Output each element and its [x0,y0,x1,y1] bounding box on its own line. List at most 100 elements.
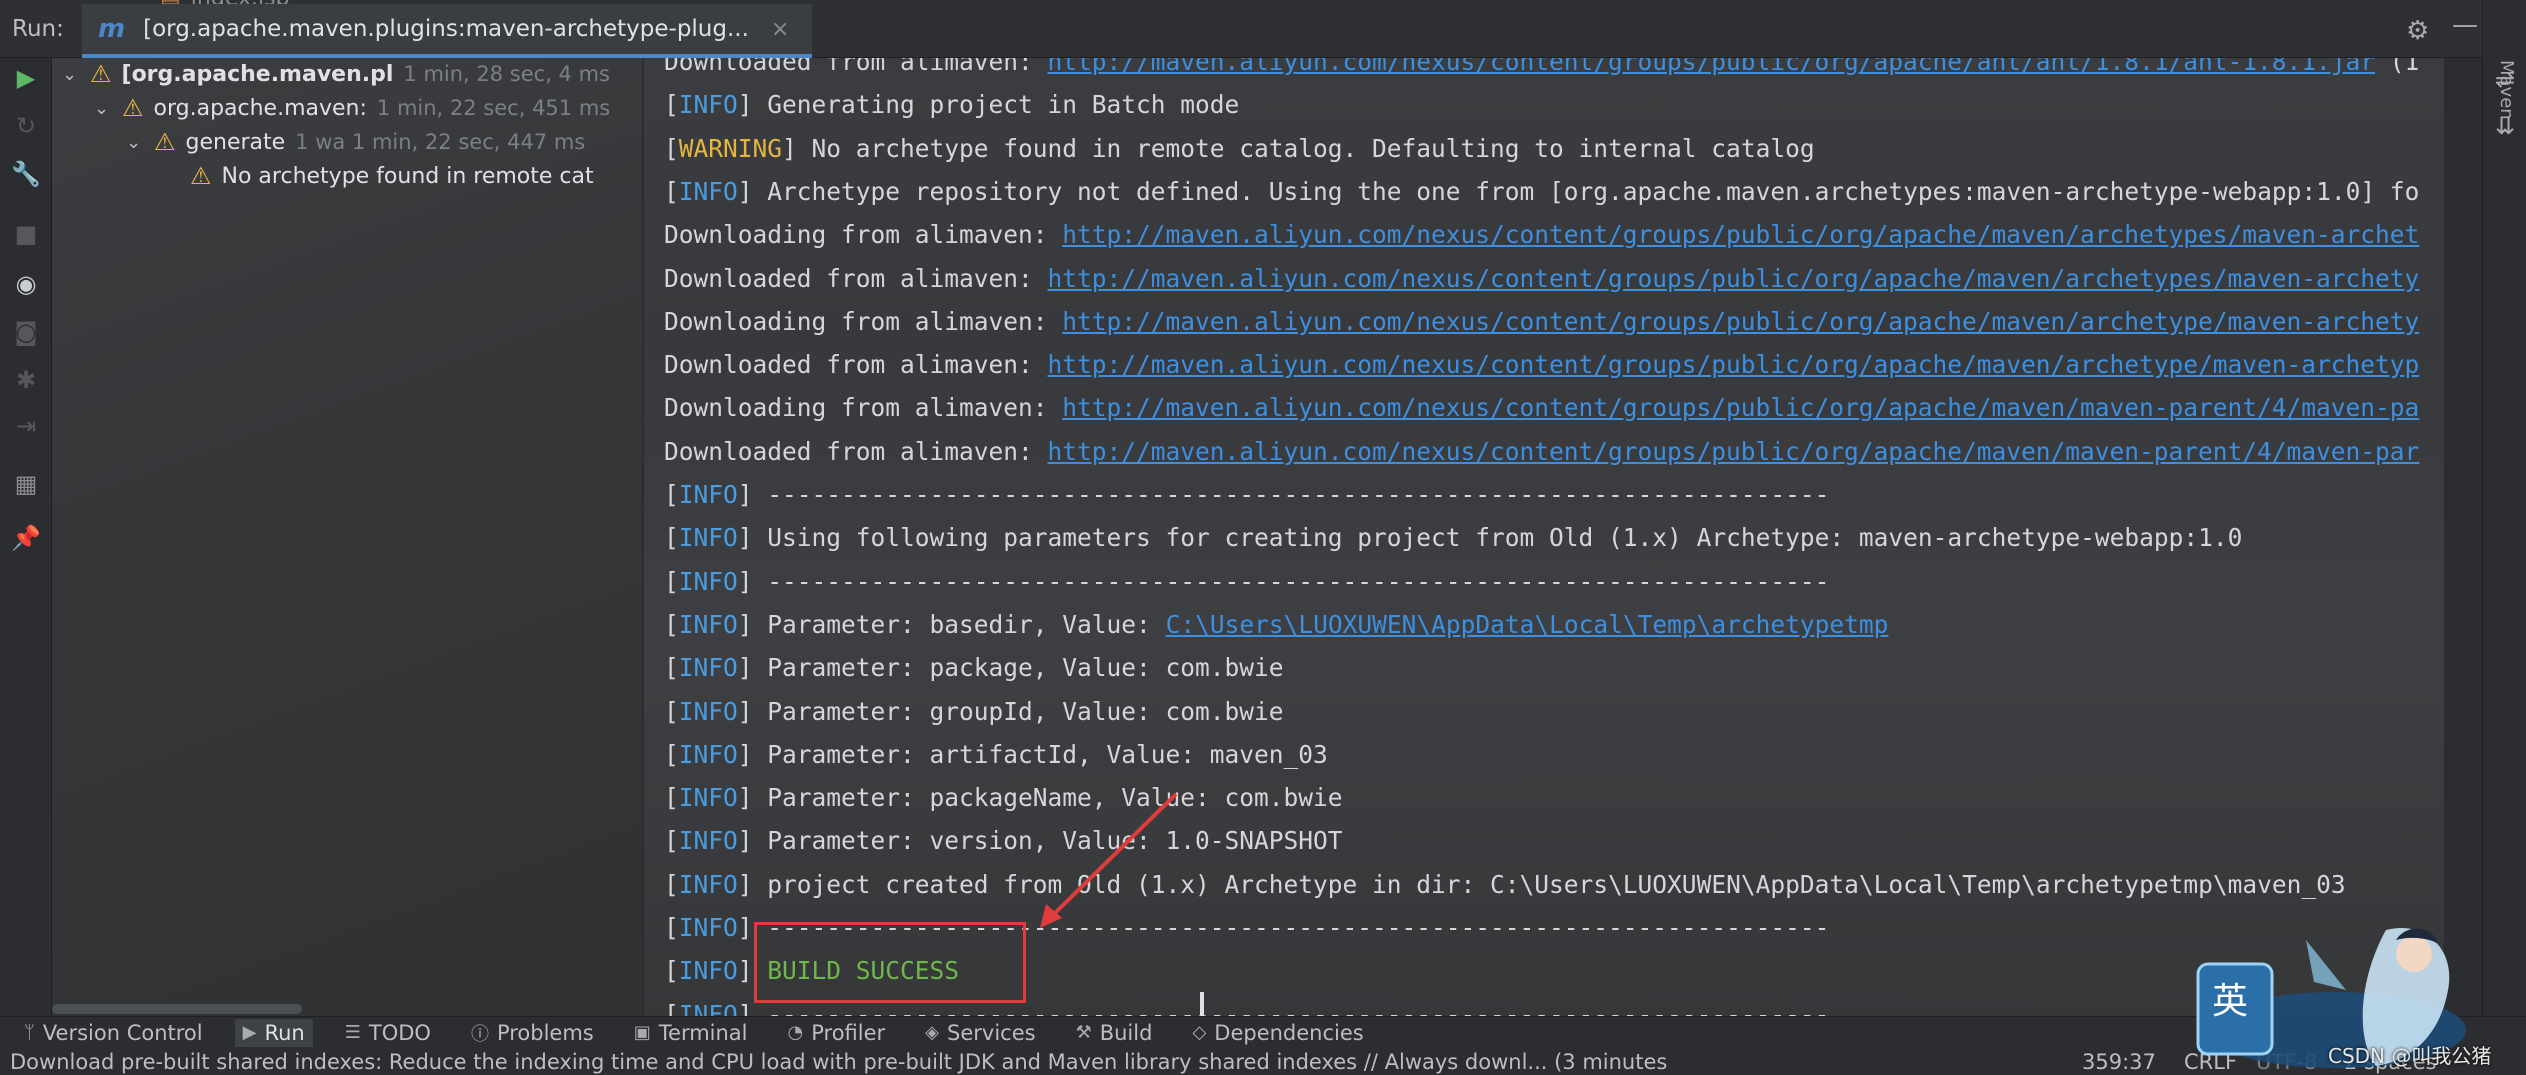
log-text: Using following parameters for creating … [752,523,2243,553]
log-text: Parameter: package, Value: com.bwie [752,653,1284,683]
log-level-tag: INFO [678,653,738,683]
log-text: Parameter: basedir, Value: [752,609,1166,639]
watermark: CSDN @叫我公猪oyo [2328,1044,2492,1075]
console-line: Downloading from alimaven: http://maven.… [664,217,2419,253]
console-line: [INFO] Parameter: package, Value: com.bw… [664,653,1284,683]
tool-tab-label: Problems [496,1020,594,1045]
exit-icon[interactable]: ⇥ [0,406,52,446]
console-link[interactable]: http://maven.aliyun.com/nexus/content/gr… [1048,264,2420,293]
log-prefix: Downloaded from alimaven: [664,436,1048,466]
gear-icon[interactable]: ⚙ [2406,16,2429,46]
tool-tab-label: Version Control [42,1020,203,1045]
tool-tab-profiler[interactable]: ◔ Profiler [780,1019,894,1047]
log-text: Parameter: version, Value: 1.0-SNAPSHOT [752,826,1343,856]
console-link[interactable]: http://maven.aliyun.com/nexus/content/gr… [1062,220,2419,249]
run-toolwindow-header: ▤index.jsp Run: m [org.apache.maven.plug… [0,0,2526,58]
tool-tab-services[interactable]: ◈ Services [917,1019,1043,1047]
warning-icon: ⚠ [122,94,144,122]
pin-icon[interactable]: 📌 [0,518,52,558]
rerun-failed-icon[interactable]: ↻ [0,106,52,146]
console-line: [INFO] Generating project in Batch mode [664,90,1240,120]
log-prefix: Downloading from alimaven: [664,220,1063,250]
tool-tab-version-control[interactable]: ᛘ Version Control [16,1019,211,1047]
console-line: [INFO] Parameter: version, Value: 1.0-SN… [664,826,1343,856]
console-line: [INFO] Parameter: packageName, Value: co… [664,783,1343,813]
console-link[interactable]: C:\Users\LUOXUWEN\AppData\Local\Temp\arc… [1166,610,1889,639]
minimize-icon[interactable]: — [2452,10,2478,40]
tool-tab-dependencies[interactable]: ◇ Dependencies [1184,1019,1371,1047]
maven-tool-label[interactable]: Maven [2496,60,2517,120]
tool-tab-label: Terminal [658,1020,748,1045]
wrench-icon[interactable]: 🔧 [0,154,52,194]
caret-position[interactable]: 359:37 [2082,1050,2156,1074]
tool-tab-label: Dependencies [1214,1020,1364,1045]
tree-node-warning[interactable]: ⚠ No archetype found in remote cat [190,160,594,192]
tool-tab-label: Profiler [811,1020,886,1045]
run-label: Run: [12,16,64,42]
log-level-tag: INFO [678,90,738,120]
warning-icon: ⚠ [190,162,212,190]
tree-node-root[interactable]: ⌄ ⚠ [org.apache.maven.pl 1 min, 28 sec, … [62,58,610,90]
chevron-down-icon[interactable]: ⌄ [126,132,144,153]
console-link[interactable]: http://maven.aliyun.com/nexus/content/gr… [1062,393,2419,422]
ime-mode-char: 英 [2212,981,2249,1022]
log-text: Parameter: packageName, Value: com.bwie [752,783,1343,813]
run-icon: ▶ [242,1022,257,1043]
console-vertical-scrollbar[interactable] [2448,58,2458,1016]
console-line: Downloading from alimaven: http://maven.… [664,390,2419,426]
log-level-tag: INFO [678,739,738,769]
status-message[interactable]: Download pre-built shared indexes: Reduc… [10,1050,1667,1074]
run-tab-maven-archetype[interactable]: m [org.apache.maven.plugins:maven-archet… [82,4,812,58]
console-link[interactable]: http://maven.aliyun.com/nexus/content/gr… [1048,437,2420,466]
tool-tab-todo[interactable]: ☰ TODO [337,1019,439,1047]
layout-icon[interactable]: ▦ [0,464,52,504]
tool-tab-terminal[interactable]: ▣ Terminal [626,1019,756,1047]
log-level-tag: INFO [678,609,738,639]
console-link[interactable]: http://maven.aliyun.com/nexus/content/gr… [1048,350,2420,379]
log-text: Archetype repository not defined. Using … [752,176,2420,206]
run-tab-title: [org.apache.maven.plugins:maven-archetyp… [143,16,749,42]
log-level-tag: INFO [678,523,738,553]
tree-node-generate[interactable]: ⌄ ⚠ generate 1 wa 1 min, 22 sec, 447 ms [126,126,585,158]
services-icon: ◈ [925,1022,940,1043]
tool-tab-run[interactable]: ▶ Run [234,1018,313,1047]
log-prefix: Downloading from alimaven: [664,306,1063,336]
log-level-tag: INFO [678,999,738,1016]
log-text: ----------------------------------------… [752,566,1830,596]
console-line: Downloaded from alimaven: http://maven.a… [664,347,2419,383]
tool-tab-label: Build [1099,1020,1153,1045]
chevron-down-icon[interactable]: ⌄ [94,98,112,119]
console-output[interactable]: Downloaded from alimaven: http://maven.a… [644,58,2444,1016]
console-link[interactable]: http://maven.aliyun.com/nexus/content/gr… [1048,58,2376,76]
console-line: [INFO] Parameter: artifactId, Value: mav… [664,739,1328,769]
console-line: Downloaded from alimaven: http://maven.a… [664,58,2419,80]
warning-icon: ⚠ [154,128,176,156]
log-level-tag: INFO [678,956,738,986]
todo-icon: ☰ [344,1022,361,1043]
tree-node-plugin[interactable]: ⌄ ⚠ org.apache.maven: 1 min, 22 sec, 451… [94,92,610,124]
rerun-icon[interactable]: ▶ [0,58,52,98]
dependencies-icon: ◇ [1192,1022,1207,1043]
tool-tab-build[interactable]: ⚒ Build [1068,1019,1161,1047]
warning-icon: ⚠ [90,60,112,88]
console-line: Downloaded from alimaven: http://maven.a… [664,434,2419,470]
console-line: [INFO] ---------------------------------… [664,480,1830,509]
tool-tab-problems[interactable]: ⓘ Problems [463,1018,602,1048]
log-text: Parameter: artifactId, Value: maven_03 [752,739,1328,769]
camera-icon[interactable]: ◙ [0,312,52,352]
profiler-icon: ◔ [787,1022,804,1043]
tool-window-bar: ᛘ Version Control ▶ Run ☰ TODO ⓘ Problems ▣ Termi… [0,1016,2526,1048]
console-line: [WARNING] No archetype found in remote c… [664,133,1815,163]
close-icon[interactable]: × [771,17,789,42]
debug-icon[interactable]: ✱ [0,360,52,400]
console-line: Downloading from alimaven: http://maven.… [664,304,2419,340]
eye-icon[interactable]: ◉ [0,264,52,304]
console-link[interactable]: http://maven.aliyun.com/nexus/content/gr… [1062,307,2419,336]
stop-icon[interactable]: ■ [0,214,52,254]
console-line: [INFO] project created from Old (1.x) Ar… [664,869,2346,899]
log-level-tag: INFO [678,480,738,509]
log-level-tag: INFO [678,869,738,899]
terminal-icon: ▣ [633,1022,651,1043]
tree-horizontal-scrollbar[interactable] [52,1000,642,1016]
chevron-down-icon[interactable]: ⌄ [62,64,80,85]
